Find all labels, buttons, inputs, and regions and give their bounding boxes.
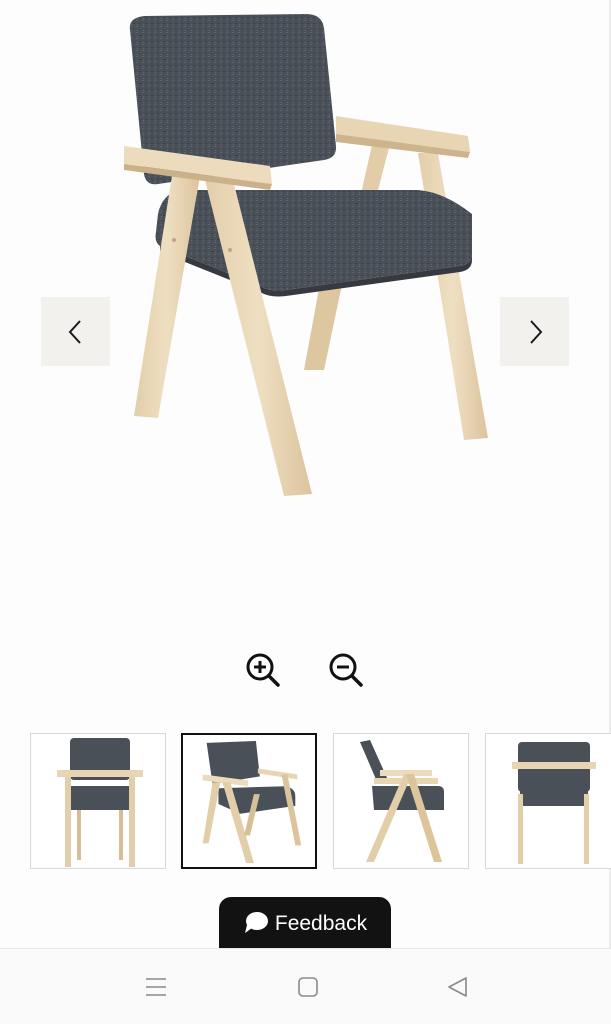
next-image-button[interactable] xyxy=(500,297,569,366)
chair-side-thumbnail xyxy=(360,740,444,862)
menu-icon xyxy=(146,978,166,996)
chevron-left-icon xyxy=(68,319,81,344)
system-navigation-bar xyxy=(0,948,611,1024)
thumbnail-back-view[interactable] xyxy=(485,733,611,869)
feedback-button[interactable]: Feedback xyxy=(219,897,391,949)
back-triangle-icon xyxy=(448,977,467,997)
previous-image-button[interactable] xyxy=(41,297,110,366)
feedback-label: Feedback xyxy=(274,911,368,935)
main-product-image[interactable] xyxy=(100,8,510,508)
zoom-out-icon xyxy=(329,653,363,687)
thumbnail-side-view[interactable] xyxy=(333,733,469,869)
thumbnail-strip xyxy=(30,733,611,871)
thumbnail-front-view[interactable] xyxy=(30,733,166,869)
home-button[interactable] xyxy=(294,973,322,1001)
thumbnail-three-quarter-view[interactable] xyxy=(181,733,317,869)
recent-apps-button[interactable] xyxy=(142,973,170,1001)
chair-three-quarter-thumbnail xyxy=(202,740,302,864)
zoom-out-button[interactable] xyxy=(328,652,364,688)
back-button[interactable] xyxy=(444,973,472,1001)
home-square-icon xyxy=(298,977,318,997)
zoom-in-button[interactable] xyxy=(245,652,281,688)
product-gallery-page: Feedback xyxy=(0,0,611,1024)
image-viewer xyxy=(0,0,611,620)
chair-front-thumbnail xyxy=(57,738,143,867)
zoom-in-icon xyxy=(246,653,280,687)
chevron-right-icon xyxy=(529,319,542,344)
chat-bubble-icon xyxy=(244,912,268,933)
chair-back-thumbnail xyxy=(512,742,596,864)
